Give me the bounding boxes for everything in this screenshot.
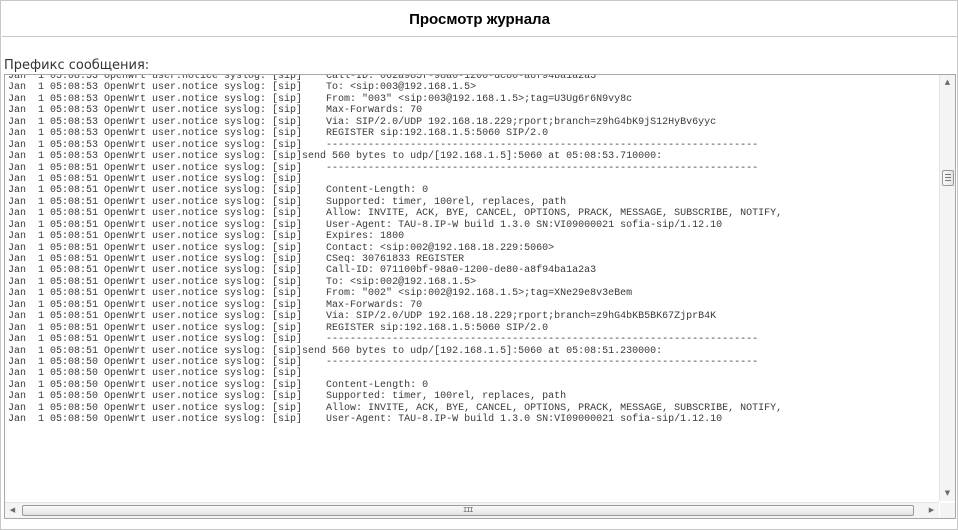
scrollbar-corner bbox=[940, 503, 955, 518]
horizontal-grip: III bbox=[463, 506, 474, 514]
log-textarea[interactable]: Jan 1 05:08:53 OpenWrt user.notice syslo… bbox=[4, 74, 956, 519]
log-line: Jan 1 05:08:51 OpenWrt user.notice syslo… bbox=[8, 219, 723, 231]
log-line: Jan 1 05:08:51 OpenWrt user.notice syslo… bbox=[8, 173, 303, 185]
horizontal-scrollbar[interactable]: ◀ III ▶ bbox=[5, 502, 939, 518]
scroll-left-arrow-icon[interactable]: ◀ bbox=[5, 503, 20, 518]
log-line: Jan 1 05:08:51 OpenWrt user.notice syslo… bbox=[8, 254, 465, 265]
log-line: Jan 1 05:08:50 OpenWrt user.notice syslo… bbox=[8, 368, 303, 380]
panel-header: Просмотр журнала bbox=[2, 2, 957, 37]
log-line: Jan 1 05:08:50 OpenWrt user.notice syslo… bbox=[8, 414, 723, 426]
log-line: Jan 1 05:08:51 OpenWrt user.notice syslo… bbox=[8, 185, 429, 197]
log-line: Jan 1 05:08:51 OpenWrt user.notice syslo… bbox=[8, 265, 597, 277]
log-viewer-panel: Просмотр журнала Префикс сообщения: Jan … bbox=[0, 0, 958, 530]
log-line: Jan 1 05:08:50 OpenWrt user.notice syslo… bbox=[8, 379, 429, 391]
log-line: Jan 1 05:08:51 OpenWrt user.notice syslo… bbox=[8, 322, 549, 334]
log-line: Jan 1 05:08:51 OpenWrt user.notice syslo… bbox=[8, 242, 555, 254]
vertical-scroll-thumb[interactable] bbox=[942, 170, 954, 186]
page-title: Просмотр журнала bbox=[409, 11, 550, 28]
log-line: Jan 1 05:08:51 OpenWrt user.notice syslo… bbox=[8, 231, 405, 243]
log-line: Jan 1 05:08:51 OpenWrt user.notice syslo… bbox=[8, 288, 633, 300]
vertical-scrollbar[interactable]: ▲ ▼ bbox=[939, 75, 955, 501]
log-line: Jan 1 05:08:53 OpenWrt user.notice syslo… bbox=[8, 82, 477, 94]
log-line: Jan 1 05:08:53 OpenWrt user.notice syslo… bbox=[8, 116, 717, 128]
log-line: Jan 1 05:08:51 OpenWrt user.notice syslo… bbox=[8, 208, 783, 220]
grip-line bbox=[945, 177, 951, 178]
log-line: Jan 1 05:08:51 OpenWrt user.notice syslo… bbox=[8, 276, 477, 288]
log-line: Jan 1 05:08:53 OpenWrt user.notice syslo… bbox=[8, 128, 549, 140]
message-prefix-label: Префикс сообщения: bbox=[4, 58, 150, 73]
horizontal-scroll-thumb[interactable]: III bbox=[22, 505, 914, 516]
log-line: Jan 1 05:08:50 OpenWrt user.notice syslo… bbox=[8, 402, 783, 414]
log-line: Jan 1 05:08:53 OpenWrt user.notice syslo… bbox=[8, 93, 633, 105]
log-line: Jan 1 05:08:53 OpenWrt user.notice syslo… bbox=[8, 139, 759, 151]
log-line: Jan 1 05:08:51 OpenWrt user.notice syslo… bbox=[8, 162, 759, 174]
log-line: Jan 1 05:08:51 OpenWrt user.notice syslo… bbox=[8, 345, 663, 357]
log-lines: Jan 1 05:08:53 OpenWrt user.notice syslo… bbox=[5, 75, 782, 426]
log-line: Jan 1 05:08:53 OpenWrt user.notice syslo… bbox=[8, 151, 663, 163]
scroll-down-arrow-icon[interactable]: ▼ bbox=[940, 486, 955, 501]
grip-line bbox=[945, 174, 951, 175]
log-line: Jan 1 05:08:51 OpenWrt user.notice syslo… bbox=[8, 334, 759, 346]
scroll-up-arrow-icon[interactable]: ▲ bbox=[940, 75, 955, 90]
log-line: Jan 1 05:08:51 OpenWrt user.notice syslo… bbox=[8, 311, 717, 323]
scroll-right-arrow-icon[interactable]: ▶ bbox=[924, 503, 939, 518]
log-content[interactable]: Jan 1 05:08:53 OpenWrt user.notice syslo… bbox=[5, 75, 939, 501]
grip-line bbox=[945, 180, 951, 181]
log-line: Jan 1 05:08:51 OpenWrt user.notice syslo… bbox=[8, 299, 423, 311]
log-line: Jan 1 05:08:51 OpenWrt user.notice syslo… bbox=[8, 196, 567, 208]
log-line: Jan 1 05:08:53 OpenWrt user.notice syslo… bbox=[8, 105, 423, 117]
log-line: Jan 1 05:08:50 OpenWrt user.notice syslo… bbox=[8, 356, 759, 368]
log-line: Jan 1 05:08:50 OpenWrt user.notice syslo… bbox=[8, 391, 567, 403]
